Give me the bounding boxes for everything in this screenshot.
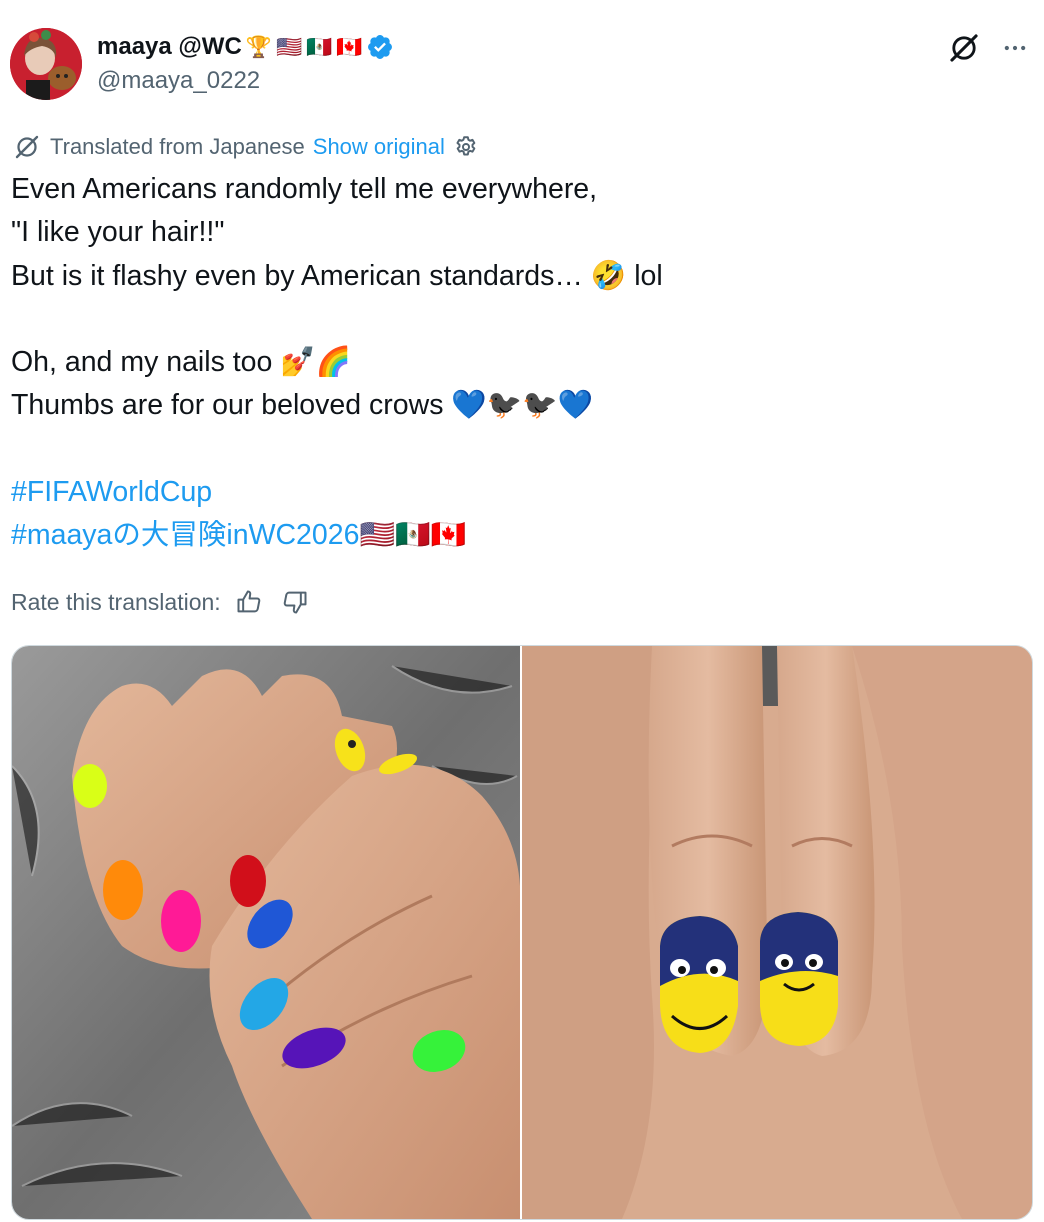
post-line-text: Thumbs are for our beloved crows	[11, 389, 452, 422]
post-text: Even Americans randomly tell me everywhe…	[11, 168, 1021, 558]
photo-crow-thumbs[interactable]	[522, 646, 1032, 1219]
crow-thumbs-image	[522, 646, 1032, 1219]
author-name-row: maaya @WC 🏆 🇺🇸 🇲🇽 🇨🇦	[97, 30, 394, 64]
avatar-image	[10, 28, 82, 100]
translation-label: Translated from Japanese	[50, 134, 305, 159]
hashtag-fifaworldcup[interactable]: #FIFAWorldCup	[11, 476, 212, 508]
thumbs-up-icon	[237, 590, 260, 613]
photo-rainbow-nails[interactable]	[12, 646, 520, 1219]
post-line-suffix: lol	[626, 259, 663, 292]
grok-button[interactable]	[944, 28, 984, 68]
flag-mx-emoji: 🇲🇽	[306, 35, 333, 59]
grok-icon	[950, 34, 978, 62]
post-line-text: But is it flashy even by American standa…	[11, 259, 591, 292]
hashtag-maaya-wc2026[interactable]: #maayaの大冒険inWC2026	[11, 519, 359, 551]
post-line: "I like your hair!!"	[11, 216, 225, 249]
rate-translation-label: Rate this translation:	[11, 588, 221, 615]
gear-icon	[456, 136, 476, 156]
trophy-emoji: 🏆	[245, 35, 272, 59]
flag-ca-emoji: 🇨🇦	[336, 35, 363, 59]
post-line: But is it flashy even by American standa…	[11, 255, 1021, 298]
thumbs-down-button[interactable]	[277, 584, 313, 620]
hashtag-line: #maayaの大冒険inWC2026🇺🇸🇲🇽🇨🇦	[11, 514, 1021, 557]
display-name[interactable]: maaya @WC	[97, 33, 242, 61]
nails-rainbow-emoji: 💅🌈	[280, 346, 352, 379]
hashtag-line: #FIFAWorldCup	[11, 471, 1021, 514]
author-handle[interactable]: @maaya_0222	[97, 67, 260, 95]
post-line: Oh, and my nails too 💅🌈	[11, 341, 1021, 384]
flag-us-emoji: 🇺🇸	[275, 35, 303, 59]
avatar[interactable]	[10, 28, 82, 100]
verified-badge-icon[interactable]	[366, 33, 394, 61]
translation-settings-button[interactable]	[453, 134, 479, 160]
thumbs-up-button[interactable]	[231, 584, 267, 620]
post-line-text: Oh, and my nails too	[11, 346, 281, 379]
translation-row: Translated from Japanese Show original	[12, 130, 479, 164]
hearts-crows-emoji: 💙🐦‍⬛🐦‍⬛💙	[451, 389, 594, 422]
flags-emoji: 🇺🇸🇲🇽🇨🇦	[359, 519, 466, 552]
more-options-button[interactable]	[993, 28, 1037, 68]
thumbs-down-icon	[283, 591, 307, 614]
post-line: Even Americans randomly tell me everywhe…	[11, 173, 598, 205]
rate-translation-row: Rate this translation:	[11, 584, 313, 620]
post-line: Thumbs are for our beloved crows 💙🐦‍⬛🐦‍⬛…	[11, 384, 1021, 427]
more-icon	[1004, 45, 1026, 51]
translate-icon	[15, 135, 39, 159]
rofl-emoji: 🤣	[590, 259, 627, 292]
rainbow-nails-image	[12, 646, 520, 1219]
show-original-link[interactable]: Show original	[313, 134, 445, 160]
media-gallery	[11, 645, 1033, 1220]
